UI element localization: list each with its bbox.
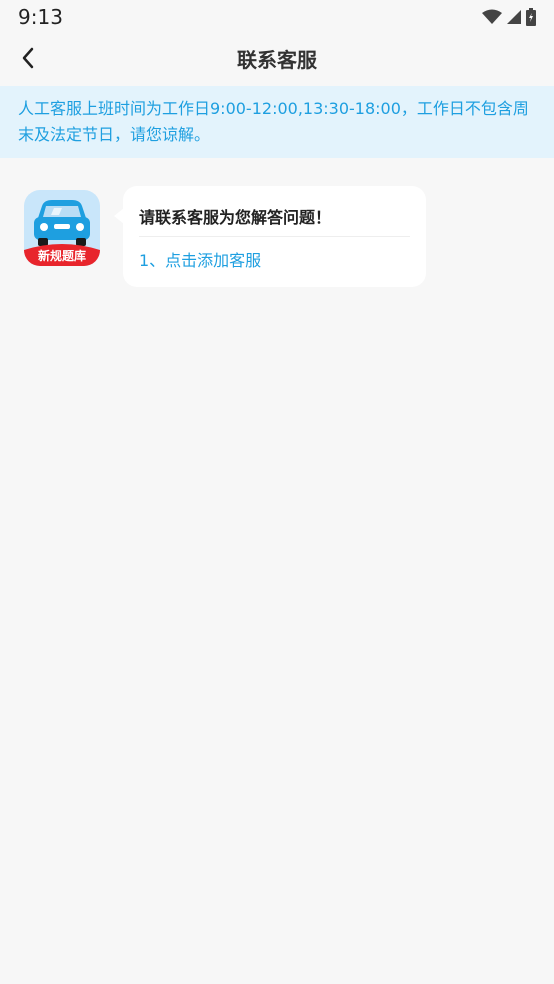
cellular-signal-icon [507,10,521,24]
status-icons [482,8,536,26]
battery-icon [526,8,536,26]
wifi-icon [482,9,502,24]
working-hours-notice: 人工客服上班时间为工作日9:00-12:00,13:30-18:00，工作日不包… [0,86,554,158]
status-bar: 9:13 [0,0,554,34]
chevron-left-icon [22,47,34,69]
message-title: 请联系客服为您解答问题！ [139,208,332,227]
message-divider [139,236,410,237]
avatar-badge-text: 新规题库 [37,249,86,263]
status-time: 9:13 [18,5,63,29]
back-button[interactable] [10,40,46,76]
page-title: 联系客服 [237,47,317,72]
message-bubble: 请联系客服为您解答问题！ 1、点击添加客服 [114,186,426,287]
avatar: 新规题库 [24,190,100,266]
add-customer-service-link[interactable]: 1、点击添加客服 [139,247,261,271]
nav-bar: 联系客服 [0,34,554,82]
